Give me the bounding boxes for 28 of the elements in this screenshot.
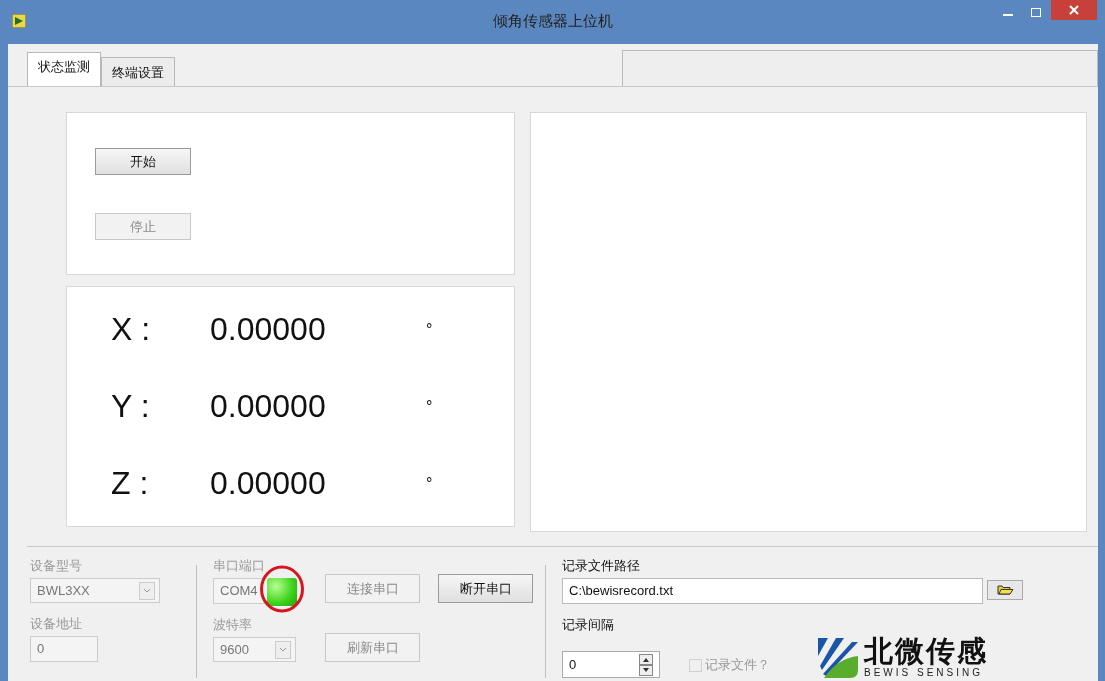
field-label: 记录文件路径	[562, 557, 640, 575]
field-label: 设备型号	[30, 557, 82, 575]
logo-tagline: BEWIS SENSING	[864, 667, 983, 678]
field-label: 波特率	[213, 616, 252, 634]
folder-icon[interactable]	[987, 579, 1023, 600]
logo-name: 北微传感	[864, 635, 988, 667]
axis-label: X :	[110, 311, 152, 348]
checkbox-label: 记录文件？	[705, 656, 770, 674]
disconnect-button[interactable]: 断开串口	[438, 574, 533, 603]
interval-spinner[interactable]: 0	[562, 651, 660, 678]
field-label: 记录间隔	[562, 616, 614, 634]
app-icon	[12, 14, 26, 28]
degree-unit: °	[426, 320, 433, 339]
start-button[interactable]: 开始	[95, 148, 191, 175]
field-label: 设备地址	[30, 615, 82, 633]
tab[interactable]: 状态监测	[27, 52, 101, 86]
degree-unit: °	[426, 474, 433, 493]
window-title: 倾角传感器上位机	[491, 12, 614, 31]
degree-unit: °	[426, 397, 433, 416]
path-field[interactable]: C:\bewisrecord.txt	[562, 578, 983, 604]
angle-value: 0.00000	[210, 465, 327, 502]
field-label: 串口端口	[213, 557, 265, 575]
angle-value: 0.00000	[210, 388, 327, 425]
axis-label: Y :	[110, 388, 151, 425]
axis-label: Z :	[110, 465, 150, 502]
close-icon[interactable]	[1051, 0, 1097, 20]
tab[interactable]: 终端设置	[101, 57, 175, 86]
angle-value: 0.00000	[210, 311, 327, 348]
